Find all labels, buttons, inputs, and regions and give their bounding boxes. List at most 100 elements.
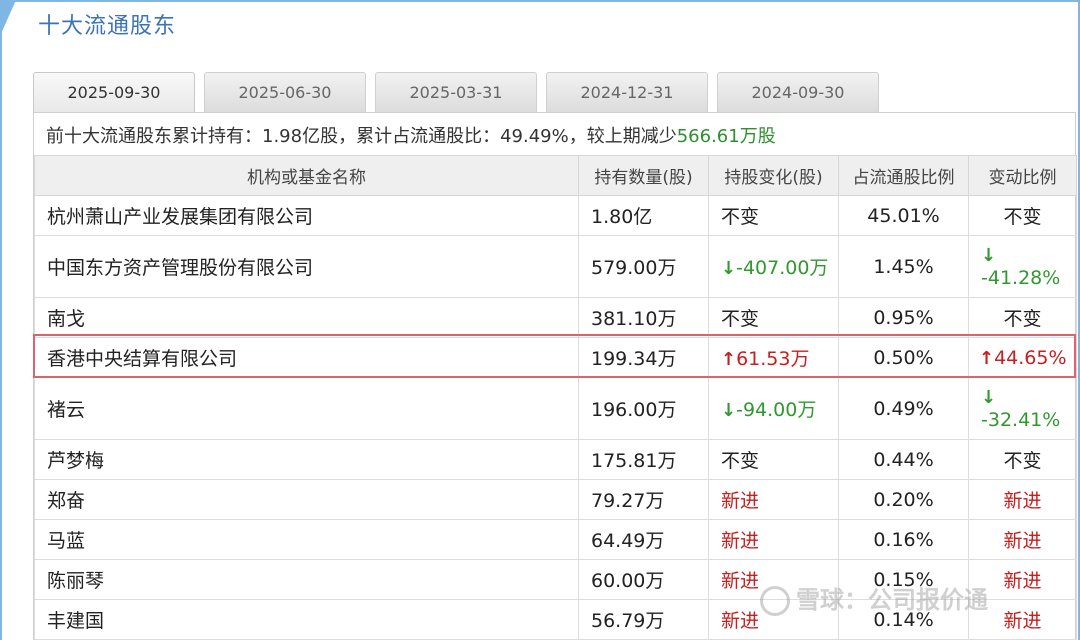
holder-ratio: 1.45% xyxy=(873,255,934,278)
holder-change-cell: 新进 xyxy=(708,519,839,560)
holder-pct-cell: ↓ -41.28% xyxy=(968,235,1077,298)
watermark-text: 雪球：公司报价通 xyxy=(796,586,988,614)
holder-ratio-cell: 0.44% xyxy=(838,439,969,480)
holder-ratio: 0.44% xyxy=(873,448,934,471)
holder-pct-cell: 不变 xyxy=(968,297,1077,338)
tab-2025-09-30[interactable]: 2025-09-30 xyxy=(33,72,195,112)
header-qty: 持有数量(股) xyxy=(578,155,709,196)
holder-ratio-cell: 1.45% xyxy=(838,235,969,298)
holder-pct: -32.41% xyxy=(981,409,1061,431)
holder-change: 不变 xyxy=(721,308,760,330)
holder-name-cell: 杭州萧山产业发展集团有限公司 xyxy=(34,195,579,236)
table-header-row: 机构或基金名称 持有数量(股) 持股变化(股) 占流通股比例 变动比例 xyxy=(34,155,1077,196)
holder-change-cell: 不变 xyxy=(708,195,839,236)
holder-pct-cell: ↑44.65% xyxy=(968,337,1077,378)
holder-name-cell: 陈丽琴 xyxy=(34,559,579,600)
pct-stack: ↓ -32.41% xyxy=(979,386,1066,431)
holder-change-cell: 不变 xyxy=(708,297,839,338)
holder-change: 不变 xyxy=(721,206,760,228)
holder-ratio-cell: 0.16% xyxy=(838,519,969,560)
holder-change-cell: ↓-94.00万 xyxy=(708,377,839,440)
holder-qty: 79.27万 xyxy=(591,490,665,512)
holder-qty: 56.79万 xyxy=(591,610,665,632)
holder-name-cell: 郑奋 xyxy=(34,479,579,520)
holder-ratio: 0.20% xyxy=(873,488,934,511)
watermark-logo-icon xyxy=(760,586,790,616)
holder-ratio: 0.95% xyxy=(873,306,934,329)
holder-name: 马蓝 xyxy=(47,530,86,552)
holder-change: 61.53万 xyxy=(736,348,810,370)
holder-name-cell: 香港中央结算有限公司 xyxy=(34,337,579,378)
holder-name: 中国东方资产管理股份有限公司 xyxy=(47,257,314,279)
arrow-down-icon: ↓ xyxy=(721,400,737,421)
holder-name: 陈丽琴 xyxy=(47,570,105,592)
holder-qty-cell: 56.79万 xyxy=(578,599,709,640)
holder-qty-cell: 60.00万 xyxy=(578,559,709,600)
arrow-down-icon: ↓ xyxy=(981,245,997,266)
holder-ratio: 45.01% xyxy=(867,204,940,227)
holder-qty-cell: 79.27万 xyxy=(578,479,709,520)
holder-name: 南戈 xyxy=(47,308,86,330)
holder-change: 新进 xyxy=(721,490,760,512)
header-change: 持股变化(股) xyxy=(708,155,839,196)
holder-name-cell: 芦梦梅 xyxy=(34,439,579,480)
holder-qty: 381.10万 xyxy=(591,308,677,330)
table-row: 中国东方资产管理股份有限公司 579.00万 ↓-407.00万 1.45% ↓ -41.… xyxy=(34,235,1077,298)
table-row: 芦梦梅 175.81万 不变 0.44% 不变 xyxy=(34,439,1077,480)
holder-change-cell: 不变 xyxy=(708,439,839,480)
holder-qty: 1.80亿 xyxy=(591,206,653,228)
holder-qty: 199.34万 xyxy=(591,348,677,370)
tab-2024-12-31[interactable]: 2024-12-31 xyxy=(546,72,708,112)
table-row: 南戈 381.10万 不变 0.95% 不变 xyxy=(34,297,1077,338)
holder-pct: 44.65% xyxy=(994,346,1067,369)
holder-change-cell: ↑61.53万 xyxy=(708,337,839,378)
holder-pct-cell: 不变 xyxy=(968,195,1077,236)
holder-pct: 新进 xyxy=(1003,570,1042,592)
table-row: 杭州萧山产业发展集团有限公司 1.80亿 不变 45.01% 不变 xyxy=(34,195,1077,236)
table-row: 褚云 196.00万 ↓-94.00万 0.49% ↓ -32.41% xyxy=(34,377,1077,440)
holder-change: -407.00万 xyxy=(736,257,829,279)
holder-ratio: 0.16% xyxy=(873,528,934,551)
pct-stack: ↓ -41.28% xyxy=(979,244,1066,289)
holder-change: 新进 xyxy=(721,610,760,632)
table-row: 香港中央结算有限公司 199.34万 ↑61.53万 0.50% ↑44.65% xyxy=(34,337,1077,378)
holder-name: 郑奋 xyxy=(47,490,86,512)
summary-change: 566.61万股 xyxy=(676,126,776,147)
tab-2025-06-30[interactable]: 2025-06-30 xyxy=(204,72,366,112)
holder-ratio-cell: 0.49% xyxy=(838,377,969,440)
holder-change-cell: 新进 xyxy=(708,479,839,520)
holder-change: 新进 xyxy=(721,570,760,592)
holder-qty: 60.00万 xyxy=(591,570,665,592)
holder-qty-cell: 196.00万 xyxy=(578,377,709,440)
holder-pct-cell: 新进 xyxy=(968,479,1077,520)
header-name: 机构或基金名称 xyxy=(34,155,579,196)
summary-line: 前十大流通股东累计持有：1.98亿股，累计占流通股比：49.49%，较上期减少5… xyxy=(46,122,776,148)
holder-change: -94.00万 xyxy=(736,399,817,421)
table-row: 马蓝 64.49万 新进 0.16% 新进 xyxy=(34,519,1077,560)
holder-pct: -41.28% xyxy=(981,267,1061,289)
arrow-down-icon: ↓ xyxy=(981,387,997,408)
holder-qty: 196.00万 xyxy=(591,399,677,421)
header-pct: 变动比例 xyxy=(968,155,1077,196)
holder-name-cell: 马蓝 xyxy=(34,519,579,560)
holder-ratio-cell: 45.01% xyxy=(838,195,969,236)
holder-ratio-cell: 0.50% xyxy=(838,337,969,378)
holder-name: 芦梦梅 xyxy=(47,450,105,472)
tab-2024-09-30[interactable]: 2024-09-30 xyxy=(717,72,879,112)
holder-qty: 579.00万 xyxy=(591,257,677,279)
holder-ratio-cell: 0.95% xyxy=(838,297,969,338)
tab-2025-03-31[interactable]: 2025-03-31 xyxy=(375,72,537,112)
table-row: 郑奋 79.27万 新进 0.20% 新进 xyxy=(34,479,1077,520)
holder-qty-cell: 175.81万 xyxy=(578,439,709,480)
holder-pct: 新进 xyxy=(1003,530,1042,552)
header-ratio: 占流通股比例 xyxy=(838,155,969,196)
watermark: 雪球：公司报价通 xyxy=(760,580,988,616)
summary-text: 前十大流通股东累计持有：1.98亿股，累计占流通股比：49.49%，较上期减少 xyxy=(46,126,677,147)
holder-pct: 不变 xyxy=(1003,308,1042,330)
holder-pct-cell: 新进 xyxy=(968,519,1077,560)
arrow-down-icon: ↓ xyxy=(721,258,737,279)
holder-pct-cell: 不变 xyxy=(968,439,1077,480)
holder-name: 香港中央结算有限公司 xyxy=(47,348,238,370)
arrow-up-icon: ↑ xyxy=(979,347,995,369)
holder-ratio-cell: 0.20% xyxy=(838,479,969,520)
